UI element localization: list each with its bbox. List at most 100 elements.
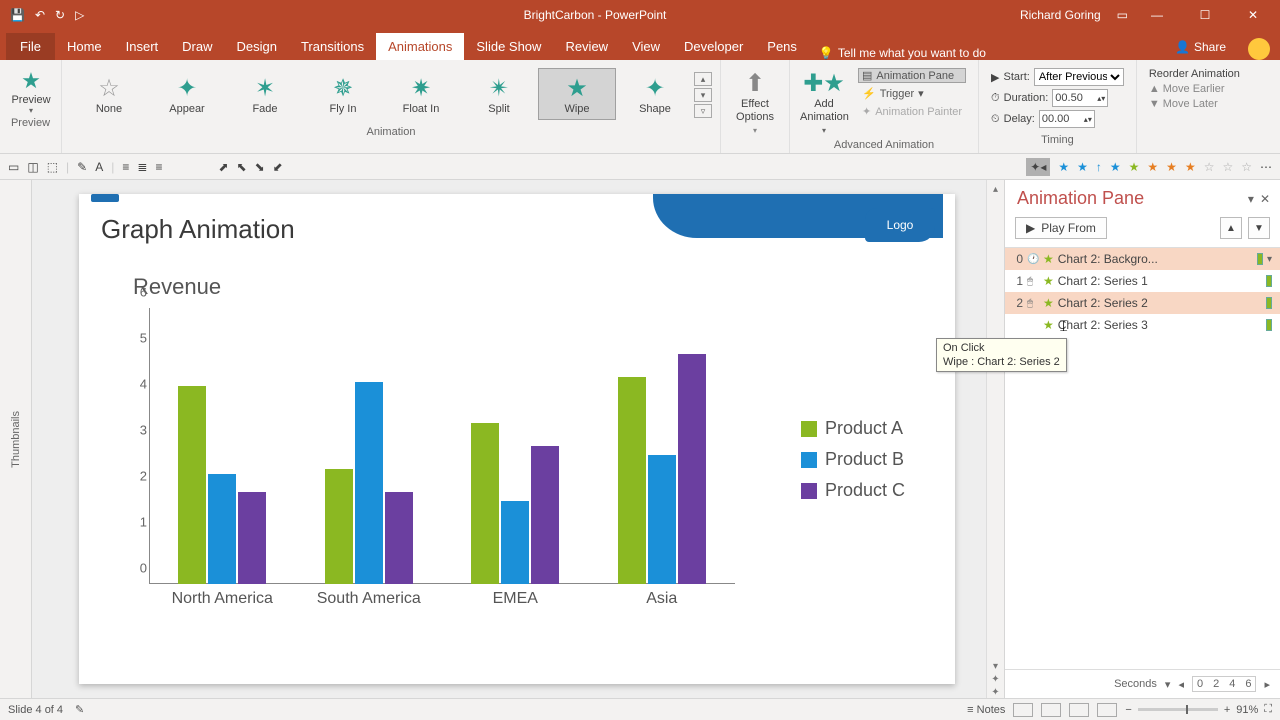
qat-icon[interactable]: ⬚: [47, 160, 58, 174]
duration-input[interactable]: 00.50▴▾: [1052, 89, 1108, 107]
tab-developer[interactable]: Developer: [672, 33, 755, 60]
start-select[interactable]: After Previous: [1034, 68, 1124, 86]
animation-gallery[interactable]: ☆None ✦Appear ✶Fade ✵Fly In ✷Float In ✴S…: [68, 64, 714, 124]
timing-delay[interactable]: ⏲ Delay: 00.00▴▾: [991, 110, 1124, 128]
undo-icon[interactable]: ↶: [35, 8, 45, 22]
user-name[interactable]: Richard Goring: [1020, 8, 1101, 22]
close-pane-icon[interactable]: ✕: [1260, 192, 1270, 206]
tell-me[interactable]: 💡 Tell me what you want to do: [809, 46, 986, 60]
delay-input[interactable]: 00.00▴▾: [1039, 110, 1095, 128]
star-icon[interactable]: ☆: [1222, 160, 1233, 174]
animation-list-item[interactable]: 2🖱★Chart 2: Series 2: [1005, 292, 1280, 314]
notes-button[interactable]: ≡ Notes: [967, 704, 1005, 716]
anim-appear[interactable]: ✦Appear: [148, 68, 226, 120]
qat-icon[interactable]: ⬉: [237, 160, 247, 174]
vertical-scrollbar[interactable]: ▴▾✦✦: [986, 180, 1004, 698]
animation-list-item[interactable]: 0🕐★Chart 2: Backgro...▾: [1005, 248, 1280, 270]
view-normal-icon[interactable]: [1013, 703, 1033, 717]
anim-shape[interactable]: ✦Shape: [616, 68, 694, 120]
qat-icon[interactable]: ✎: [77, 160, 87, 174]
move-earlier-button[interactable]: ▲ Move Earlier: [1149, 83, 1240, 95]
chevron-down-icon[interactable]: ▾: [1267, 254, 1272, 265]
slideshow-icon[interactable]: ▷: [75, 8, 84, 22]
thumbnails-rail[interactable]: Thumbnails: [0, 180, 32, 698]
timeline[interactable]: Seconds▾ ◂ 0246 ▸: [1005, 669, 1280, 698]
qat-icon[interactable]: ⬋: [273, 160, 283, 174]
star-icon[interactable]: ★: [1129, 160, 1140, 174]
spellcheck-icon[interactable]: ✎: [75, 703, 84, 716]
tab-home[interactable]: Home: [55, 33, 114, 60]
star-icon[interactable]: ★: [1110, 160, 1121, 174]
qat-icon[interactable]: ▭: [8, 160, 19, 174]
zoom-control[interactable]: −+ 91% ⛶: [1125, 703, 1272, 716]
tab-insert[interactable]: Insert: [114, 33, 171, 60]
qat-icon[interactable]: A: [95, 160, 103, 174]
ribbon-options-icon[interactable]: ▭: [1117, 8, 1128, 22]
redo-icon[interactable]: ↻: [55, 8, 65, 22]
fit-icon[interactable]: ⛶: [1264, 703, 1272, 716]
anim-split[interactable]: ✴Split: [460, 68, 538, 120]
animation-pane-toggle[interactable]: ▤ Animation Pane: [858, 68, 966, 83]
star-icon[interactable]: ★: [1166, 160, 1177, 174]
anim-fade[interactable]: ✶Fade: [226, 68, 304, 120]
qat-icon[interactable]: ⬊: [255, 160, 265, 174]
tab-file[interactable]: File: [6, 33, 55, 60]
timing-start[interactable]: ▶ Start: After Previous: [991, 68, 1124, 86]
tab-slideshow[interactable]: Slide Show: [464, 33, 553, 60]
slide-counter[interactable]: Slide 4 of 4: [8, 704, 63, 716]
move-up-button[interactable]: ▲: [1220, 217, 1242, 239]
anim-flyin[interactable]: ✵Fly In: [304, 68, 382, 120]
star-icon[interactable]: ☆: [1204, 160, 1215, 174]
play-from-button[interactable]: ▶ Play From: [1015, 217, 1107, 239]
view-reading-icon[interactable]: [1069, 703, 1089, 717]
tab-pens[interactable]: Pens: [755, 33, 809, 60]
anim-floatin[interactable]: ✷Float In: [382, 68, 460, 120]
gallery-more[interactable]: ▴▾▿: [694, 68, 712, 118]
star-icon[interactable]: ★: [1058, 160, 1069, 174]
star-icon[interactable]: ★: [1147, 160, 1158, 174]
effect-options-button[interactable]: ⬆ Effect Options ▾: [727, 64, 783, 137]
tab-design[interactable]: Design: [225, 33, 289, 60]
bar: [618, 377, 646, 584]
qat-anim-icon[interactable]: ✦◂: [1026, 158, 1050, 176]
pane-options-icon[interactable]: ▾: [1248, 192, 1254, 206]
animation-painter-button[interactable]: ✦ Animation Painter: [858, 104, 966, 119]
overflow-icon[interactable]: ⋯: [1260, 160, 1272, 174]
feedback-icon[interactable]: [1248, 38, 1270, 60]
view-slideshow-icon[interactable]: [1097, 703, 1117, 717]
arrow-icon[interactable]: ↑: [1096, 160, 1102, 174]
add-animation-button[interactable]: ✚★ Add Animation ▾: [796, 64, 852, 137]
timing-duration[interactable]: ⏱ Duration: 00.50▴▾: [991, 89, 1124, 107]
move-later-button[interactable]: ▼ Move Later: [1149, 98, 1240, 110]
tab-review[interactable]: Review: [553, 33, 620, 60]
qat-icon[interactable]: ◫: [27, 160, 38, 174]
slide-editor[interactable]: 0 1 2 3 Graph Animation Logo Revenue 012…: [32, 180, 986, 698]
trigger-button[interactable]: ⚡ Trigger ▾: [858, 86, 966, 101]
preview-button[interactable]: ★ Preview ▾: [6, 64, 56, 115]
animation-list-item[interactable]: ★Chart 2: Series 3: [1005, 314, 1280, 336]
tab-draw[interactable]: Draw: [170, 33, 224, 60]
share-button[interactable]: 👤 Share: [1163, 34, 1238, 60]
qat-icon[interactable]: ≣: [137, 160, 147, 174]
move-down-button[interactable]: ▼: [1248, 217, 1270, 239]
anim-none[interactable]: ☆None: [70, 68, 148, 120]
chart[interactable]: Revenue 0123456 North AmericaSouth Ameri…: [119, 274, 915, 654]
view-sorter-icon[interactable]: [1041, 703, 1061, 717]
close-button[interactable]: ✕: [1234, 0, 1272, 30]
star-icon[interactable]: ★: [1077, 160, 1088, 174]
minimize-button[interactable]: —: [1138, 0, 1176, 30]
slide-canvas[interactable]: Graph Animation Logo Revenue 0123456 Nor…: [79, 194, 955, 684]
qat-icon[interactable]: ≡: [122, 160, 129, 174]
tab-animations[interactable]: Animations: [376, 33, 464, 60]
star-icon[interactable]: ★: [1185, 160, 1196, 174]
tab-transitions[interactable]: Transitions: [289, 33, 376, 60]
qat-icon[interactable]: ≡: [155, 160, 162, 174]
zoom-value[interactable]: 91%: [1236, 704, 1258, 716]
save-icon[interactable]: 💾: [10, 8, 25, 22]
maximize-button[interactable]: ☐: [1186, 0, 1224, 30]
tab-view[interactable]: View: [620, 33, 672, 60]
star-icon[interactable]: ☆: [1241, 160, 1252, 174]
anim-wipe[interactable]: ★Wipe: [538, 68, 616, 120]
qat-icon[interactable]: ⬈: [218, 160, 228, 174]
animation-list-item[interactable]: 1🖱★Chart 2: Series 1: [1005, 270, 1280, 292]
